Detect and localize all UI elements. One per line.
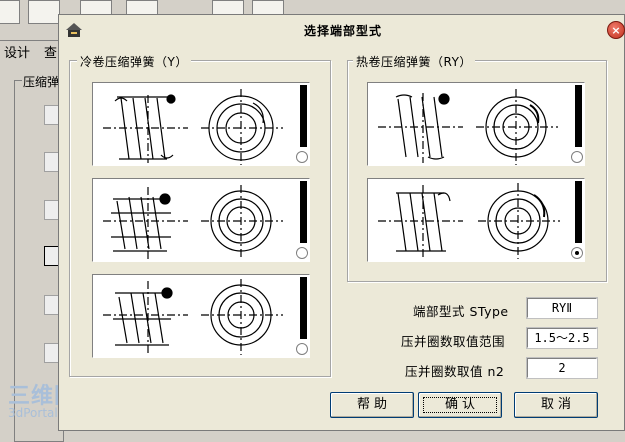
range-field[interactable]: 1.5～2.5	[526, 327, 598, 349]
main-tabs: 设计 查	[0, 40, 60, 61]
open-folder-button[interactable]	[28, 0, 60, 24]
tab-query[interactable]: 查	[44, 42, 57, 61]
spring-drawing-y2	[103, 185, 283, 259]
new-document-button[interactable]	[0, 0, 20, 24]
option-bar	[300, 277, 307, 339]
hot-option-2-radio[interactable]	[571, 247, 583, 259]
spring-drawing-y1	[103, 89, 283, 165]
spring-drawing-ry1	[378, 89, 558, 165]
n2-label: 压并圈数取值 n2	[405, 364, 505, 379]
hot-wound-group-label: 热卷压缩弹簧（RY）	[353, 53, 475, 70]
dialog-titlebar[interactable]: 选择端部型式 ×	[59, 15, 625, 45]
option-bar	[300, 181, 307, 243]
cold-option-2-radio[interactable]	[296, 247, 308, 259]
stype-field[interactable]: RYⅡ	[526, 297, 598, 319]
background-panel: 压缩弹	[0, 60, 64, 442]
cold-option-2[interactable]	[92, 178, 310, 262]
stype-label: 端部型式 SType	[413, 304, 509, 319]
dialog-title: 选择端部型式	[304, 24, 383, 38]
focus-rectangle	[423, 397, 497, 413]
ok-button[interactable]: 确认	[418, 392, 502, 418]
hot-option-1[interactable]	[367, 82, 585, 166]
n2-field[interactable]: 2	[526, 357, 598, 379]
cold-wound-group-label: 冷卷压缩弹簧（Y）	[77, 53, 191, 70]
help-button[interactable]: 帮助	[330, 392, 414, 418]
close-button[interactable]: ×	[607, 21, 625, 39]
cold-option-1[interactable]	[92, 82, 310, 166]
select-end-type-dialog: 选择端部型式 × 冷卷压缩弹簧（Y） 热卷压缩弹簧（RY） 端部型式 SType…	[58, 14, 625, 431]
range-label: 压并圈数取值范围	[401, 334, 506, 349]
option-bar	[300, 85, 307, 147]
option-bar	[575, 181, 582, 243]
cancel-button[interactable]: 取消	[514, 392, 598, 418]
tab-design[interactable]: 设计	[4, 42, 30, 61]
cold-option-3[interactable]	[92, 274, 310, 358]
app-icon	[66, 23, 82, 37]
spring-drawing-ry2	[378, 183, 560, 259]
spring-drawing-y3	[103, 279, 283, 355]
background-group-label: 压缩弹	[22, 73, 60, 90]
cold-option-3-radio[interactable]	[296, 343, 308, 355]
cold-option-1-radio[interactable]	[296, 151, 308, 163]
hot-option-2[interactable]	[367, 178, 585, 262]
close-icon: ×	[611, 23, 621, 37]
hot-option-1-radio[interactable]	[571, 151, 583, 163]
option-bar	[575, 85, 582, 147]
